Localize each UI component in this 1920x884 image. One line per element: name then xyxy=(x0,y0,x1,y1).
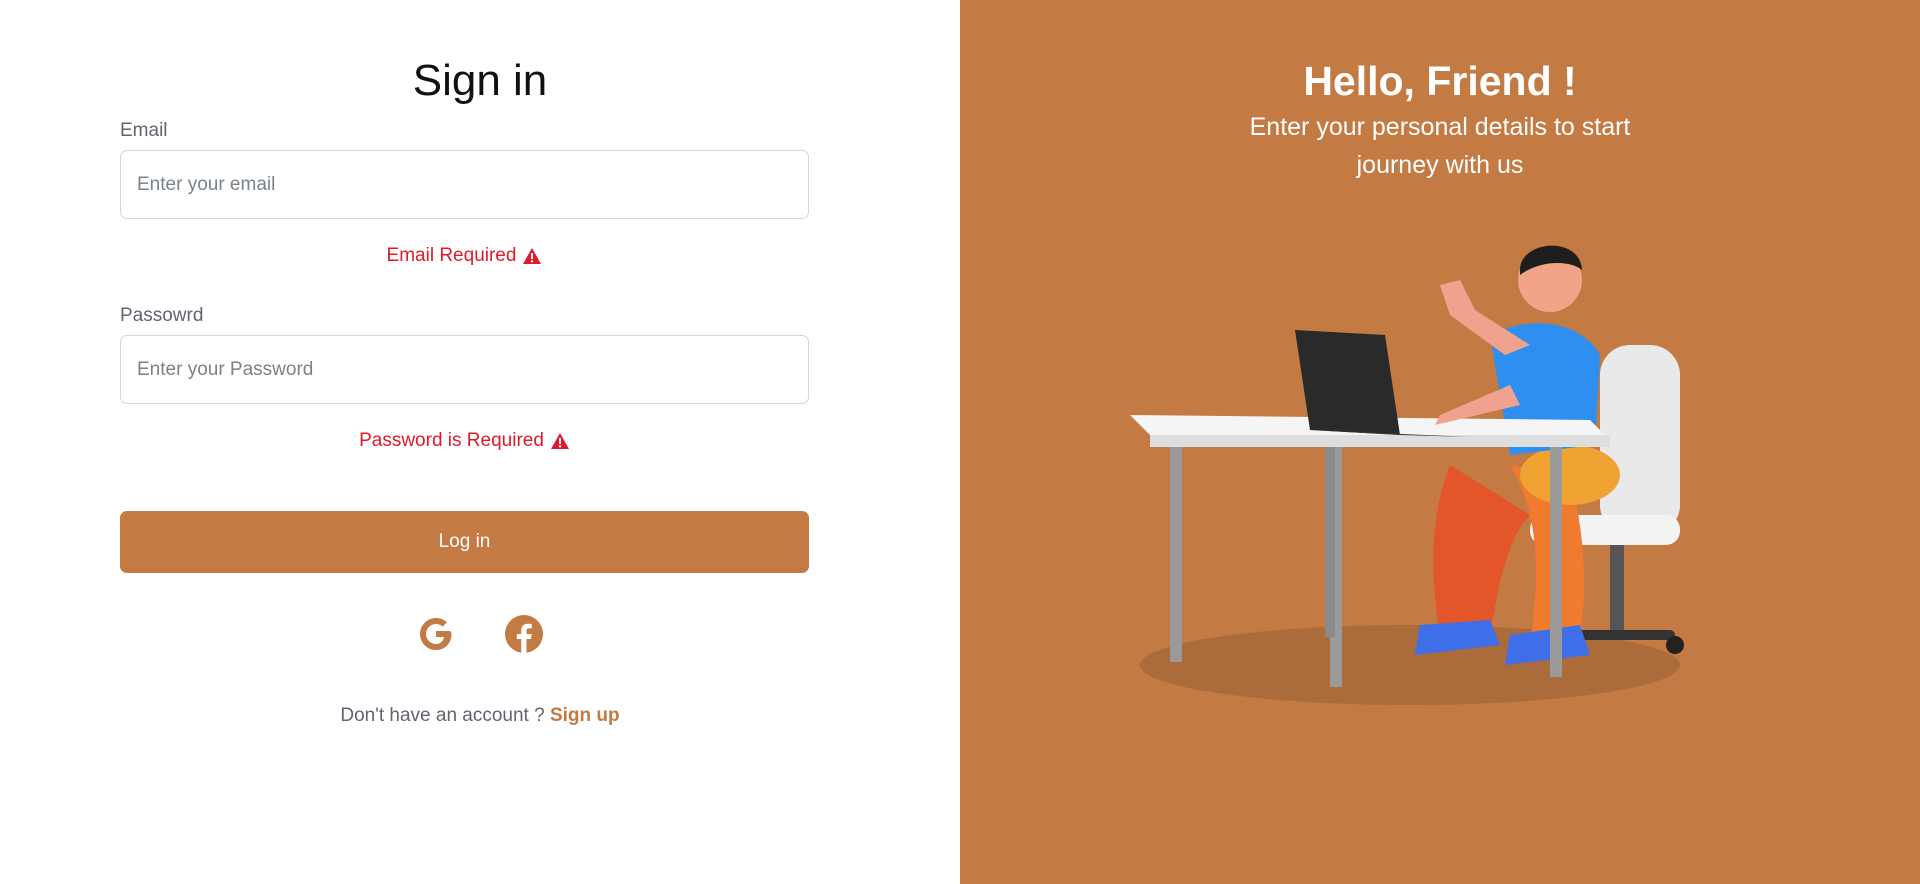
email-field-group: Email Email Required xyxy=(120,120,809,267)
facebook-icon[interactable] xyxy=(504,614,544,654)
welcome-panel: Hello, Friend ! Enter your personal deta… xyxy=(960,0,1920,884)
email-label: Email xyxy=(120,120,168,141)
signin-form: Email Email Required Passowrd Password i… xyxy=(120,120,809,452)
password-error: Password is Required xyxy=(120,430,809,452)
signin-panel: Sign in Email Email Required Passowrd xyxy=(0,0,960,884)
person-at-desk-illustration xyxy=(1130,245,1684,705)
signup-prompt: Don't have an account ? Sign up xyxy=(0,705,960,727)
email-error-text: Email Required xyxy=(386,245,517,266)
welcome-title: Hello, Friend ! xyxy=(1303,58,1577,104)
welcome-subtitle: Enter your personal details to start jou… xyxy=(1249,113,1631,179)
password-error-text: Password is Required xyxy=(359,430,544,451)
page-title: Sign in xyxy=(412,56,548,105)
warning-icon xyxy=(523,248,542,264)
signup-link[interactable]: Sign up xyxy=(550,705,620,726)
google-icon[interactable] xyxy=(416,614,456,654)
social-login xyxy=(0,614,960,654)
page: Sign in Email Email Required Passowrd xyxy=(0,0,1920,884)
warning-icon xyxy=(550,433,569,449)
password-label: Passowrd xyxy=(120,305,204,326)
signup-prompt-text: Don't have an account ? xyxy=(340,705,545,726)
password-field[interactable] xyxy=(120,335,809,404)
login-button[interactable]: Log in xyxy=(120,511,809,573)
password-field-group: Passowrd Password is Required xyxy=(120,305,809,452)
email-error: Email Required xyxy=(120,245,809,267)
email-field[interactable] xyxy=(120,150,809,219)
